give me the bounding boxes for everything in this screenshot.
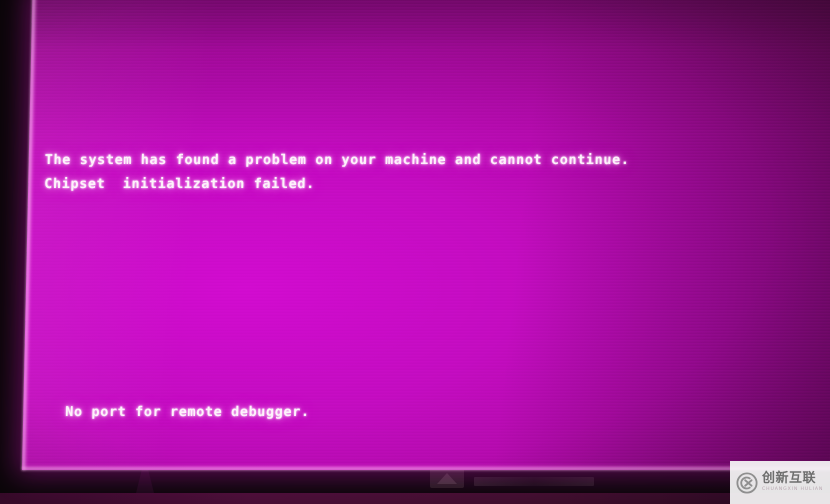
watermark-text: 创新互联 CHUANGXIN HULIAN [762,472,823,493]
bios-message-block: The system has found a problem on your m… [22,0,830,470]
debugger-status-message: No port for remote debugger. [65,404,310,420]
watermark-name-en: CHUANGXIN HULIAN [762,487,824,493]
circle-cx-logo-icon [736,471,758,494]
error-message-detail: Chipset initialization failed. [44,176,315,192]
watermark: 创新互联 CHUANGXIN HULIAN [730,461,830,504]
screen-edge-glow-bottom [22,465,830,470]
error-message-primary: The system has found a problem on your m… [44,152,630,168]
bios-error-photo: The system has found a problem on your m… [0,0,830,504]
screen-panel: The system has found a problem on your m… [22,0,830,470]
monitor-brand-text [474,477,594,486]
watermark-name-cn: 创新互联 [762,471,817,487]
bezel-bottom-strip [0,493,830,504]
